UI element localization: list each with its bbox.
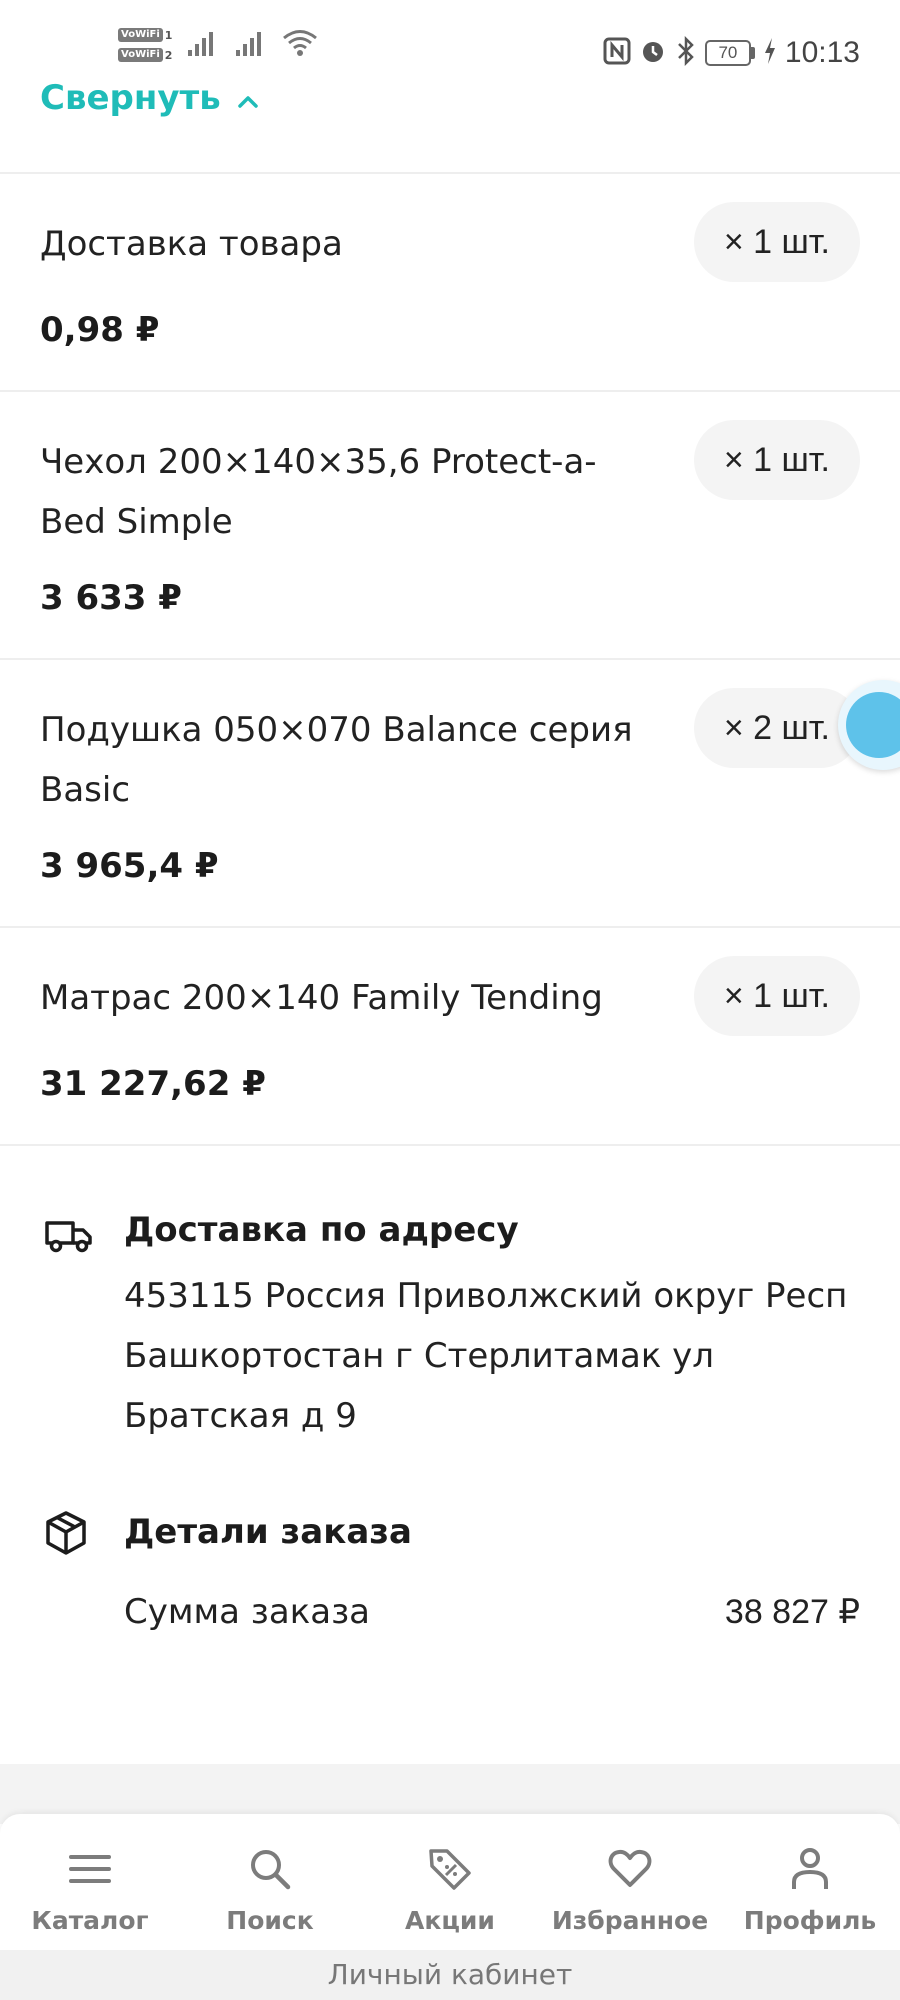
item-price: 3 633 ₽ <box>40 578 182 618</box>
nav-promotions[interactable]: Акции <box>360 1814 540 1950</box>
truck-icon <box>44 1218 94 1258</box>
account-footer: Личный кабинет <box>0 1950 900 2000</box>
clock: 10:13 <box>784 36 860 69</box>
bottom-nav: Каталог Поиск Акции Избранное Профиль <box>0 1814 900 1950</box>
nfc-icon <box>603 37 631 69</box>
item-quantity: × 1 шт. <box>693 202 860 282</box>
vowifi-badge: VoWiFi <box>118 48 163 62</box>
profile-icon <box>785 1844 835 1894</box>
delivery-address: 453115 Россия Приволжский округ Респ Баш… <box>124 1276 848 1436</box>
vowifi-1: VoWiFi 1 <box>118 28 172 42</box>
item-quantity: × 1 шт. <box>693 420 860 500</box>
nav-label: Поиск <box>226 1906 314 1935</box>
collapse-label: Свернуть <box>40 78 221 118</box>
charging-icon <box>763 37 777 69</box>
order-items-list: Доставка товара × 1 шт. 0,98 ₽ Чехол 200… <box>0 172 900 1146</box>
nav-search[interactable]: Поиск <box>180 1814 360 1950</box>
vowifi-badge: VoWiFi <box>118 28 163 42</box>
nav-label: Избранное <box>551 1906 709 1935</box>
bluetooth-icon <box>675 35 697 70</box>
search-icon <box>245 1844 295 1894</box>
item-name: Матрас 200×140 Family Tending <box>40 978 603 1018</box>
order-details-title: Детали заказа <box>124 1512 412 1552</box>
nav-label: Акции <box>405 1906 495 1935</box>
nav-catalog[interactable]: Каталог <box>0 1814 180 1950</box>
item-name: Чехол 200×140×35,6 Protect-a-Bed Simple <box>40 442 597 542</box>
chevron-up-icon <box>237 78 259 118</box>
battery-icon: 70 <box>704 40 755 66</box>
order-item: Доставка товара × 1 шт. 0,98 ₽ <box>0 174 900 392</box>
sim-number: 1 <box>164 28 173 42</box>
chat-icon <box>846 692 900 758</box>
heart-icon <box>605 1844 655 1894</box>
item-quantity: × 2 шт. <box>693 688 860 768</box>
item-price: 31 227,62 ₽ <box>40 1064 266 1104</box>
vowifi-2: VoWiFi 2 <box>118 48 172 62</box>
order-sum-label: Сумма заказа <box>124 1592 371 1632</box>
order-sum-value: 38 827 ₽ <box>724 1593 860 1631</box>
status-right: 70 10:13 <box>603 35 860 70</box>
menu-icon <box>65 1844 115 1894</box>
item-quantity: × 1 шт. <box>693 956 860 1036</box>
item-price: 0,98 ₽ <box>40 310 160 350</box>
order-item: Матрас 200×140 Family Tending × 1 шт. 31… <box>0 928 900 1146</box>
item-price: 3 965,4 ₽ <box>40 846 219 886</box>
collapse-button[interactable]: Свернуть <box>40 78 259 118</box>
wifi-icon <box>282 28 318 62</box>
nav-label: Каталог <box>31 1906 149 1935</box>
nav-label: Профиль <box>743 1906 877 1935</box>
alarm-icon <box>639 37 667 69</box>
box-icon <box>44 1510 88 1560</box>
delivery-title: Доставка по адресу <box>124 1210 519 1250</box>
item-name: Доставка товара <box>40 224 343 264</box>
nav-favorites[interactable]: Избранное <box>540 1814 720 1950</box>
tag-icon <box>425 1844 475 1894</box>
nav-profile[interactable]: Профиль <box>720 1814 900 1950</box>
order-item: Чехол 200×140×35,6 Protect-a-Bed Simple … <box>0 392 900 660</box>
order-item: Подушка 050×070 Balance серия Basic × 2 … <box>0 660 900 928</box>
signal-1-icon <box>186 28 220 62</box>
item-name: Подушка 050×070 Balance серия Basic <box>40 710 633 810</box>
sim-number: 2 <box>164 48 173 62</box>
status-left: VoWiFi 1 VoWiFi 2 <box>118 28 318 62</box>
signal-2-icon <box>234 28 268 62</box>
battery-level: 70 <box>704 40 751 66</box>
vowifi-indicators: VoWiFi 1 VoWiFi 2 <box>118 28 172 62</box>
